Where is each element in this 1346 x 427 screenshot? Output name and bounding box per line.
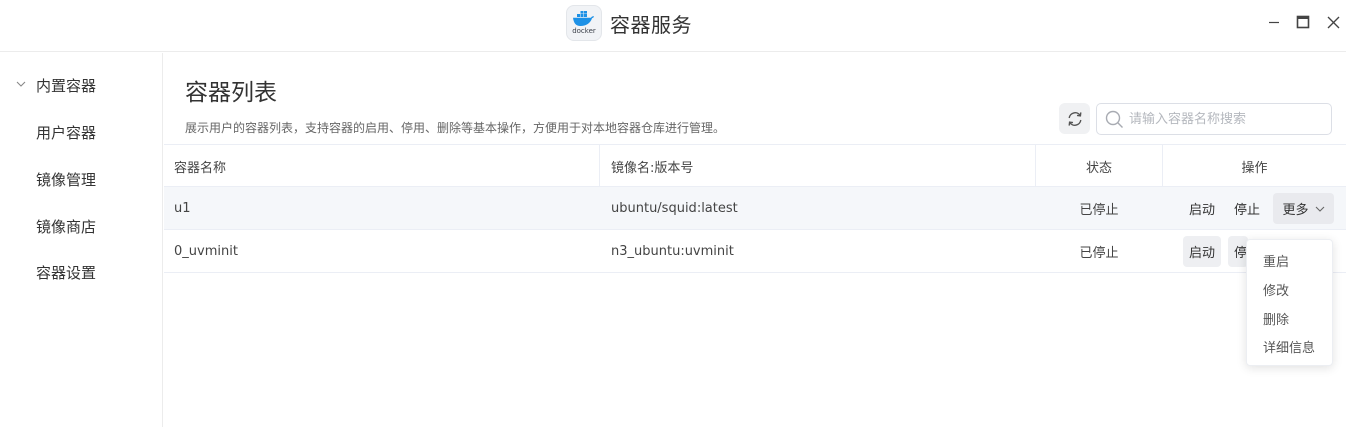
cell-status: 已停止: [1079, 245, 1119, 261]
table-header: 容器名称 镜像名:版本号 状态 操作: [164, 144, 1346, 187]
docker-logo-icon: docker: [566, 5, 602, 41]
chevron-down-icon: [16, 81, 26, 87]
cell-image-version: n3_ubuntu:uvminit: [611, 243, 734, 259]
cell-status: 已停止: [1079, 202, 1119, 218]
sidebar-item-image-store[interactable]: 镜像商店: [0, 211, 162, 241]
column-header-actions: 操作: [1241, 160, 1268, 176]
more-dropdown-menu: 重启 修改 删除 详细信息: [1246, 239, 1333, 366]
stop-button[interactable]: 停: [1228, 236, 1248, 267]
app-title: 容器服务: [610, 12, 692, 37]
maximize-icon: [1296, 15, 1310, 29]
column-header-name: 容器名称: [174, 160, 227, 176]
title-bar: docker 容器服务: [0, 0, 1346, 52]
sidebar-item-image-management[interactable]: 镜像管理: [0, 164, 162, 194]
page-description: 展示用户的容器列表，支持容器的启用、停用、删除等基本操作，方便用于对本地容器仓库…: [185, 121, 726, 135]
cell-container-name: u1: [174, 200, 191, 216]
minimize-button[interactable]: [1265, 13, 1283, 31]
refresh-icon: [1068, 111, 1081, 126]
close-button[interactable]: [1324, 13, 1342, 31]
sidebar-item-label: 内置容器: [36, 76, 97, 95]
cell-image-version: ubuntu/squid:latest: [611, 200, 738, 216]
search-input[interactable]: [1129, 109, 1325, 129]
start-button[interactable]: 启动: [1183, 193, 1221, 224]
sidebar-item-builtin-containers[interactable]: 内置容器: [0, 70, 162, 100]
table-row[interactable]: 0_uvminit n3_ubuntu:uvminit 已停止 启动 停: [164, 230, 1346, 273]
sidebar-item-label: 镜像商店: [36, 217, 97, 236]
search-icon: [1105, 110, 1123, 128]
sidebar-item-user-containers[interactable]: 用户容器: [0, 117, 162, 147]
minimize-icon: [1269, 21, 1279, 24]
page-title: 容器列表: [185, 80, 277, 106]
cell-container-name: 0_uvminit: [174, 243, 238, 259]
more-button-label: 更多: [1282, 203, 1309, 218]
sidebar-item-label: 镜像管理: [36, 170, 97, 189]
start-button[interactable]: 启动: [1183, 236, 1222, 267]
maximize-button[interactable]: [1294, 13, 1312, 31]
close-icon: [1327, 16, 1339, 28]
sidebar-item-label: 容器设置: [36, 263, 97, 282]
main-content: 容器列表 展示用户的容器列表，支持容器的启用、停用、删除等基本操作，方便用于对本…: [164, 53, 1346, 427]
logo-word: docker: [572, 27, 596, 35]
menu-item-edit[interactable]: 修改: [1247, 276, 1334, 302]
sidebar-item-label: 用户容器: [36, 123, 97, 142]
column-divider: [599, 145, 600, 187]
column-header-status: 状态: [1085, 160, 1112, 176]
menu-item-delete[interactable]: 删除: [1247, 305, 1334, 331]
menu-item-restart[interactable]: 重启: [1247, 247, 1334, 273]
stop-button[interactable]: 停止: [1228, 193, 1266, 224]
more-button[interactable]: 更多: [1273, 193, 1334, 224]
column-header-image: 镜像名:版本号: [611, 160, 694, 176]
sidebar-item-container-settings[interactable]: 容器设置: [0, 257, 162, 287]
menu-item-details[interactable]: 详细信息: [1247, 333, 1334, 359]
app-title-area: docker 容器服务: [566, 5, 692, 41]
refresh-button[interactable]: [1059, 103, 1090, 134]
chevron-down-icon: [1315, 206, 1324, 212]
search-box[interactable]: [1096, 103, 1332, 135]
table-row[interactable]: u1 ubuntu/squid:latest 已停止 启动 停止 更多: [164, 187, 1346, 230]
sidebar: 内置容器 用户容器 镜像管理 镜像商店 容器设置: [0, 53, 163, 427]
